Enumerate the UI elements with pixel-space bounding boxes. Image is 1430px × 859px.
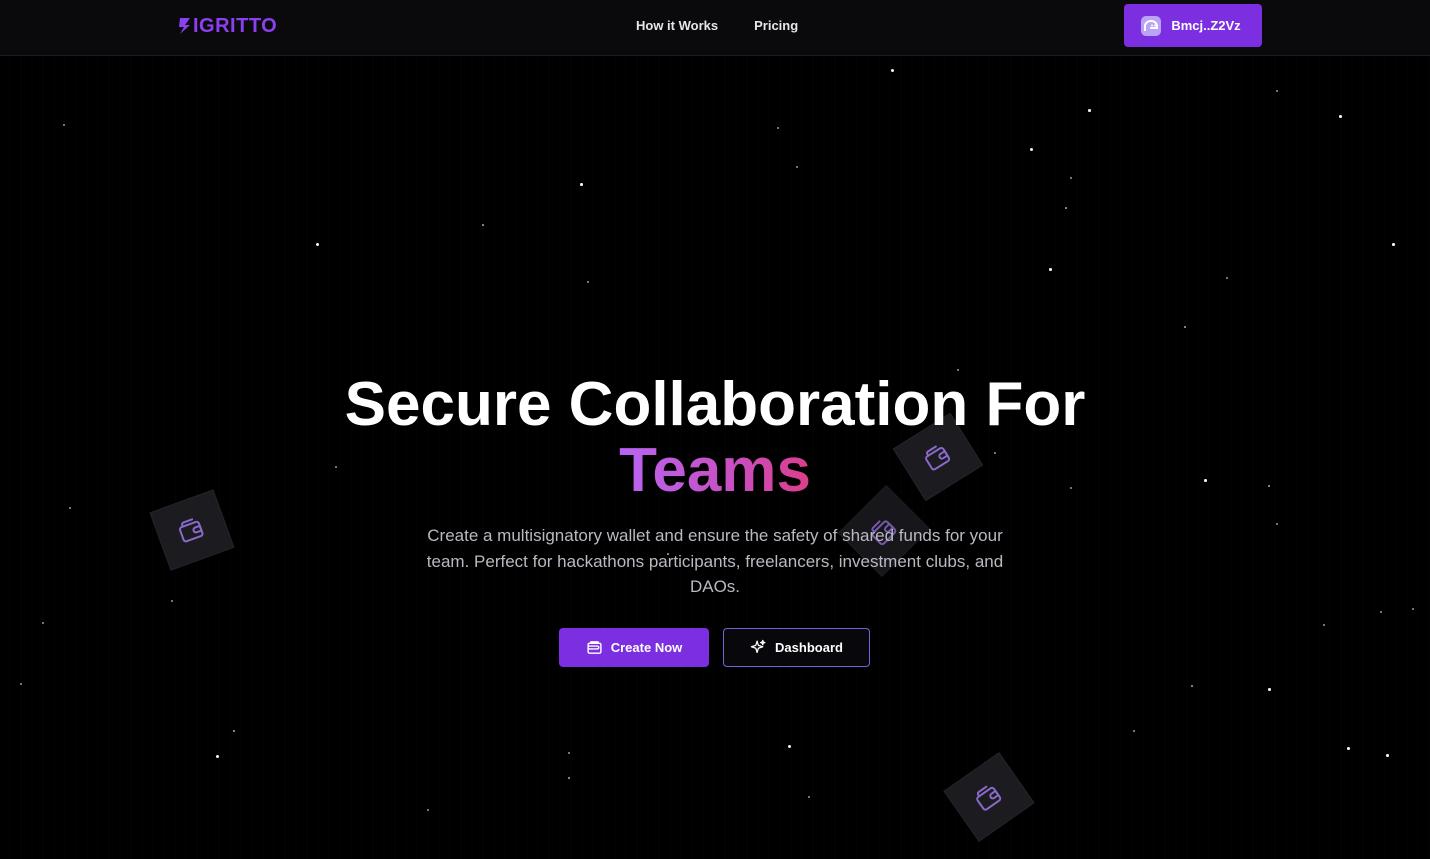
star bbox=[580, 183, 583, 186]
star bbox=[568, 777, 570, 779]
star bbox=[482, 224, 484, 226]
star bbox=[788, 745, 791, 748]
create-now-button[interactable]: Create Now bbox=[559, 628, 709, 667]
hero-title-accent: Teams bbox=[619, 436, 811, 505]
star bbox=[1184, 326, 1186, 328]
brand-name: IGRITTO bbox=[193, 14, 278, 37]
star bbox=[587, 281, 589, 283]
star bbox=[216, 755, 219, 758]
star bbox=[808, 796, 810, 798]
star bbox=[891, 69, 894, 72]
logo-bolt-icon bbox=[179, 18, 190, 34]
star bbox=[1412, 608, 1414, 610]
star bbox=[1226, 277, 1228, 279]
cta-buttons: Create Now Dashboard bbox=[559, 628, 870, 667]
hero-subtitle: Create a multisignatory wallet and ensur… bbox=[426, 526, 1004, 596]
star bbox=[42, 622, 44, 624]
star bbox=[1276, 523, 1278, 525]
hero-title-line1: Secure Collaboration For bbox=[344, 370, 1086, 439]
star bbox=[1191, 685, 1193, 687]
wallet-address: Bmcj..Z2Vz bbox=[1171, 18, 1241, 33]
star bbox=[1392, 243, 1395, 246]
top-navbar: IGRITTO How it Works Pricing Bmcj..Z2Vz bbox=[0, 0, 1430, 56]
hero-title: Secure Collaboration For Teams bbox=[0, 372, 1430, 504]
star bbox=[1133, 730, 1135, 732]
dashboard-label: Dashboard bbox=[775, 640, 843, 655]
wallet-outline-icon bbox=[178, 518, 204, 543]
star bbox=[316, 243, 319, 246]
star bbox=[777, 127, 779, 129]
star bbox=[1323, 624, 1325, 626]
star bbox=[63, 124, 65, 126]
main-nav: How it Works Pricing bbox=[636, 18, 798, 33]
star bbox=[20, 683, 22, 685]
star bbox=[233, 730, 235, 732]
star bbox=[1030, 148, 1033, 151]
create-now-label: Create Now bbox=[610, 640, 683, 655]
star bbox=[1065, 207, 1067, 209]
dashboard-button[interactable]: Dashboard bbox=[723, 628, 870, 667]
wallet-outline-icon bbox=[976, 785, 1002, 811]
star bbox=[1276, 90, 1278, 92]
star bbox=[1268, 688, 1271, 691]
star bbox=[1339, 115, 1342, 118]
star bbox=[568, 752, 570, 754]
wallet-icon bbox=[587, 641, 602, 654]
nav-how-it-works[interactable]: How it Works bbox=[636, 18, 718, 33]
star bbox=[69, 507, 71, 509]
connected-wallet-button[interactable]: Bmcj..Z2Vz bbox=[1124, 4, 1262, 47]
star bbox=[1070, 177, 1072, 179]
star bbox=[427, 809, 429, 811]
star bbox=[1347, 747, 1350, 750]
sparkles-icon bbox=[750, 639, 766, 654]
phantom-ghost-icon bbox=[1141, 15, 1162, 36]
star bbox=[171, 600, 173, 602]
star bbox=[1088, 109, 1091, 112]
star bbox=[796, 166, 798, 168]
nav-pricing[interactable]: Pricing bbox=[754, 18, 798, 33]
star bbox=[1049, 268, 1052, 271]
star bbox=[1386, 754, 1389, 757]
star bbox=[1380, 611, 1382, 613]
brand-logo[interactable]: IGRITTO bbox=[178, 13, 277, 39]
